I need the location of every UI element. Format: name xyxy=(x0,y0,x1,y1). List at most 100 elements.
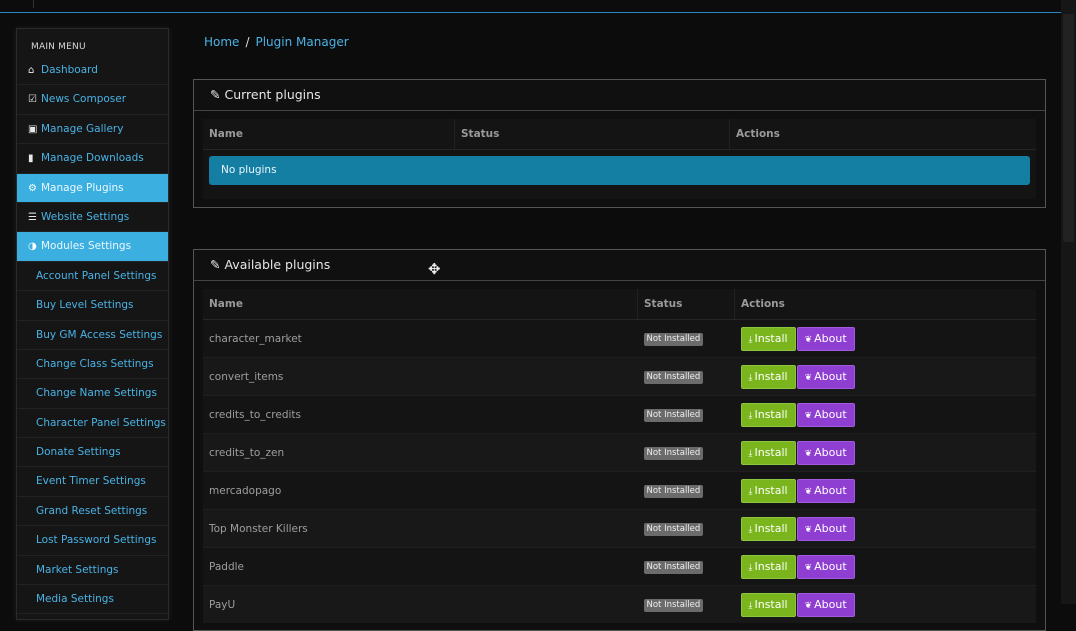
table-row: Top Monster Killers Not Installed ⤓ Install… xyxy=(203,509,1036,548)
status-badge: Not Installed xyxy=(643,332,704,346)
scrollbar-thumb[interactable] xyxy=(1063,14,1074,242)
about-label: About xyxy=(814,407,847,421)
leaf-icon: ❦ xyxy=(804,562,813,573)
sidebar-subitem[interactable]: Lost Password Settings xyxy=(17,526,168,556)
leaf-icon: ❦ xyxy=(804,410,813,421)
plugin-name: character_market xyxy=(203,319,638,358)
download-icon: ⤓ xyxy=(748,372,753,383)
status-badge: Not Installed xyxy=(643,446,704,460)
page-scrollbar[interactable] xyxy=(1061,0,1076,604)
about-label: About xyxy=(814,445,847,459)
status-cell: Not Installed xyxy=(637,357,735,396)
status-badge: Not Installed xyxy=(643,408,704,422)
actions-cell: ⤓ Install ❦ About xyxy=(734,395,1036,434)
plugin-name: convert_items xyxy=(203,357,638,396)
install-button[interactable]: ⤓ Install xyxy=(740,554,796,579)
sidebar-subitem[interactable]: Grand Reset Settings xyxy=(17,497,168,527)
plugin-name: credits_to_zen xyxy=(203,433,638,472)
sidebar-item-news-composer[interactable]: ☑ News Composer xyxy=(17,85,168,115)
about-button[interactable]: ❦ About xyxy=(796,516,855,541)
image-icon: ▣ xyxy=(28,123,38,135)
leaf-icon: ❦ xyxy=(804,600,813,611)
panel-body: Name Status Actions character_market Not … xyxy=(194,281,1045,631)
plugin-name: mercadopago xyxy=(203,471,638,510)
about-button[interactable]: ❦ About xyxy=(796,440,855,465)
install-button[interactable]: ⤓ Install xyxy=(740,402,796,427)
panel-title: Current plugins xyxy=(224,87,321,102)
sidebar-item-manage-downloads[interactable]: ▮ Manage Downloads xyxy=(17,144,168,174)
breadcrumb-home-link[interactable]: Home xyxy=(204,35,239,49)
sidebar-subitem[interactable]: Change Class Settings xyxy=(17,350,168,380)
about-button[interactable]: ❦ About xyxy=(796,402,855,427)
column-header: Status xyxy=(454,119,730,150)
plugin-name: Paddle xyxy=(203,547,638,586)
about-button[interactable]: ❦ About xyxy=(796,478,855,503)
install-button[interactable]: ⤓ Install xyxy=(740,364,796,389)
contrast-icon: ◑ xyxy=(28,241,37,253)
leaf-icon: ❦ xyxy=(804,334,813,345)
move-cursor-icon: ✥ xyxy=(428,260,441,278)
sidebar-item-manage-gallery[interactable]: ▣ Manage Gallery xyxy=(17,115,168,145)
file-icon: ▮ xyxy=(28,153,34,165)
leaf-icon: ❦ xyxy=(804,372,813,383)
panel-body: Name Status Actions No plugins xyxy=(194,111,1045,207)
sidebar-subitem[interactable]: Character Panel Settings xyxy=(17,409,168,439)
download-icon: ⤓ xyxy=(748,562,753,573)
install-button[interactable]: ⤓ Install xyxy=(740,326,796,351)
download-icon: ⤓ xyxy=(748,524,753,535)
leaf-icon: ❦ xyxy=(804,486,813,497)
sidebar-subitem[interactable]: Donate Settings xyxy=(17,438,168,468)
status-badge: Not Installed xyxy=(643,370,704,384)
about-button[interactable]: ❦ About xyxy=(796,592,855,617)
current-plugins-table: Name Status Actions No plugins xyxy=(203,119,1036,199)
plugin-name: PayU xyxy=(203,585,638,623)
top-bar xyxy=(0,0,1061,13)
install-button[interactable]: ⤓ Install xyxy=(740,592,796,617)
sidebar-subitem[interactable]: Event Timer Settings xyxy=(17,467,168,497)
about-label: About xyxy=(814,331,847,345)
plugin-name: credits_to_credits xyxy=(203,395,638,434)
sidebar-subitem[interactable]: Buy GM Access Settings xyxy=(17,321,168,350)
sidebar-subitem[interactable]: Change Name Settings xyxy=(17,379,168,409)
actions-cell: ⤓ Install ❦ About xyxy=(734,357,1036,396)
sidebar-title: MAIN MENU xyxy=(31,42,86,52)
table-row: mercadopago Not Installed ⤓ Install ❦ About xyxy=(203,471,1036,510)
status-badge: Not Installed xyxy=(643,560,704,574)
sidebar-subitem[interactable]: Account Panel Settings xyxy=(17,262,168,292)
status-cell: Not Installed xyxy=(637,509,735,548)
actions-cell: ⤓ Install ❦ About xyxy=(734,585,1036,623)
leaf-icon: ❦ xyxy=(804,524,813,535)
about-button[interactable]: ❦ About xyxy=(796,554,855,579)
install-button[interactable]: ⤓ Install xyxy=(740,440,796,465)
install-label: Install xyxy=(754,483,788,497)
sidebar-item-website-settings[interactable]: ☰ Website Settings xyxy=(17,203,168,233)
install-label: Install xyxy=(754,445,788,459)
column-header: Name xyxy=(203,289,638,320)
install-button[interactable]: ⤓ Install xyxy=(740,478,796,503)
status-cell: Not Installed xyxy=(637,433,735,472)
install-label: Install xyxy=(754,407,788,421)
column-header: Name xyxy=(203,119,455,150)
sidebar-item-dashboard[interactable]: ⌂ Dashboard xyxy=(17,56,168,86)
edit-icon: ✎ xyxy=(210,257,221,272)
install-button[interactable]: ⤓ Install xyxy=(740,516,796,541)
install-label: Install xyxy=(754,521,788,535)
sidebar-subitem[interactable]: Media Settings xyxy=(17,585,168,615)
sidebar-item-modules-settings[interactable]: ◑ Modules Settings xyxy=(17,232,168,262)
sidebar-subitem[interactable]: Market Settings xyxy=(17,556,168,586)
breadcrumb-current[interactable]: Plugin Manager xyxy=(255,35,348,49)
table-row: character_market Not Installed ⤓ Install ❦ Ab… xyxy=(203,319,1036,358)
status-cell: Not Installed xyxy=(637,395,735,434)
no-plugins-alert: No plugins xyxy=(209,156,1030,185)
about-button[interactable]: ❦ About xyxy=(796,364,855,389)
sidebar-subitem[interactable]: Buy Level Settings xyxy=(17,291,168,321)
status-cell: Not Installed xyxy=(637,547,735,586)
about-button[interactable]: ❦ About xyxy=(796,326,855,351)
sidebar-item-label: News Composer xyxy=(41,93,127,106)
sidebar-item-manage-plugins[interactable]: ⚙ Manage Plugins xyxy=(17,173,168,203)
current-plugins-panel: ✎ Current plugins Name Status Actions No … xyxy=(193,79,1046,208)
available-plugins-panel: ✎ Available plugins Name Status Actions c… xyxy=(193,249,1046,631)
actions-cell: ⤓ Install ❦ About xyxy=(734,433,1036,472)
download-icon: ⤓ xyxy=(748,486,753,497)
available-plugins-table: Name Status Actions character_market Not … xyxy=(203,289,1036,623)
